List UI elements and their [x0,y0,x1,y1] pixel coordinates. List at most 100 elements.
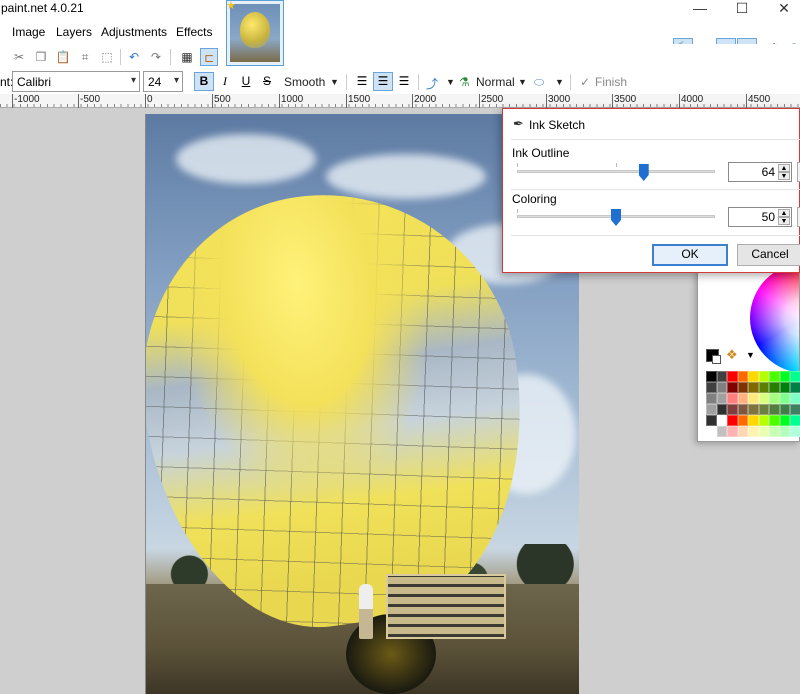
main-toolbar: ✂ ❐ 📋 ⌗ ⬚ ↶ ↷ ▦ ⊏ [0,44,800,70]
align-left-icon[interactable]: ☰ [352,72,372,91]
ruler-tick [12,94,13,108]
ruler-tick [78,94,79,108]
menu-effects[interactable]: Effects [176,25,212,39]
maximize-button[interactable]: ☐ [722,0,762,18]
selection-mode-icon[interactable]: ⬭ [534,75,544,90]
ruler-label: 4000 [681,94,704,105]
flask-icon[interactable]: ⚗ [459,75,470,89]
color-wheel[interactable] [750,271,799,373]
ruler-tick [412,94,413,108]
ruler-label: 3000 [548,94,571,105]
ruler-tick [679,94,680,108]
font-family-select[interactable]: Calibri ▾ [12,71,140,92]
ink-outline-label: Ink Outline [512,146,570,160]
strikethrough-button[interactable]: S [257,72,277,91]
spin-up-icon[interactable]: ▲ [778,164,790,172]
finish-icon: ✓ [580,75,591,89]
ruler-label: 1500 [348,94,371,105]
ink-outline-slider[interactable] [517,170,715,173]
dialog-divider [511,139,800,140]
ruler-tick [279,94,280,108]
cloud [176,134,316,184]
deselect-icon[interactable]: ⬚ [98,48,116,66]
ink-outline-value: 64 [761,165,775,179]
ruler-label: 4500 [748,94,771,105]
horizontal-ruler: -1000 -500 0 500 1000 1500 2000 2500 300… [0,94,800,108]
coloring-slider-thumb[interactable] [611,209,621,226]
ruler-label: -500 [80,94,101,105]
antialiasing-select[interactable]: Smooth [284,75,325,89]
menu-layers[interactable]: Layers [56,25,92,39]
italic-button[interactable]: I [215,72,235,91]
font-family-value: Calibri [17,75,52,89]
ink-outline-input[interactable]: 64 ▲ ▼ [728,162,792,182]
menu-adjustments[interactable]: Adjustments [101,25,167,39]
paste-icon[interactable]: 📋 [54,48,72,66]
chevron-down-icon: ▾ [130,75,136,86]
ruler-label: 500 [214,94,231,105]
secondary-color-swatch[interactable] [712,355,721,364]
grid-icon[interactable]: ▦ [178,48,196,66]
minimize-button[interactable]: — [680,0,720,18]
copy-icon[interactable]: ❐ [32,48,50,66]
tool-options-bar: nt: Calibri ▾ 24 ▾ B I U S Smooth ▼ ☰ ☰ … [0,70,800,94]
ink-outline-slider-thumb[interactable] [638,164,649,181]
image-thumbnail [230,4,280,62]
chevron-down-icon[interactable]: ▼ [446,77,455,87]
coloring-input[interactable]: 50 ▲ ▼ [728,207,792,227]
redo-icon[interactable]: ↷ [147,48,165,66]
align-right-icon[interactable]: ☰ [394,72,414,91]
finish-button[interactable]: Finish [595,75,627,89]
blend-mode-select[interactable]: Normal [476,75,515,89]
ruler-label: 3500 [614,94,637,105]
toolbar-separator [418,74,419,90]
dialog-divider [511,235,800,236]
ruler-label: 0 [147,94,153,105]
dialog-title: Ink Sketch [529,118,586,132]
color-palette[interactable] [706,371,800,437]
ink-sketch-icon: ✒ [513,116,524,131]
menu-bar: Image Layers Adjustments Effects ▼ 🔨 ◷ ▤… [0,18,800,58]
colors-panel: ❖ ▼ [697,270,800,442]
ruler-tick [212,94,213,108]
cancel-button[interactable]: Cancel [737,244,800,266]
underline-button[interactable]: U [236,72,256,91]
ruler-icon[interactable]: ⊏ [200,48,218,66]
ruler-tick [346,94,347,108]
cut-icon[interactable]: ✂ [10,48,28,66]
align-center-icon[interactable]: ☰ [373,72,393,91]
ruler-tick [479,94,480,108]
ruler-label: 2500 [481,94,504,105]
spin-down-icon[interactable]: ▼ [778,217,790,225]
ruler-tick [546,94,547,108]
font-size-select[interactable]: 24 ▾ [143,71,183,92]
spin-down-icon[interactable]: ▼ [778,172,790,180]
coloring-value: 50 [761,210,775,224]
app-title: paint.net 4.0.21 [1,1,84,15]
image-thumbnail-tab[interactable]: ★ [226,0,284,66]
toolbar-separator [346,74,347,90]
chevron-down-icon[interactable]: ▼ [746,350,755,360]
toolbar-separator [170,49,171,65]
dialog-divider [511,189,800,190]
chevron-down-icon[interactable]: ▼ [518,77,527,87]
chevron-down-icon[interactable]: ▼ [555,77,564,87]
close-button[interactable]: ✕ [764,0,800,18]
ok-button[interactable]: OK [652,244,728,266]
menu-image[interactable]: Image [12,25,45,39]
chevron-down-icon[interactable]: ▼ [330,77,339,87]
spin-up-icon[interactable]: ▲ [778,209,790,217]
balloon-basket [386,574,506,639]
title-bar: paint.net 4.0.21 — ☐ ✕ [0,0,800,18]
star-icon: ★ [226,0,236,12]
crop-icon[interactable]: ⌗ [76,48,94,66]
bold-button[interactable]: B [194,72,214,91]
curve-icon[interactable]: ⤴ [426,75,438,92]
coloring-label: Coloring [512,192,557,206]
palette-icon[interactable]: ❖ [726,347,738,363]
toolbar-separator [570,74,571,90]
undo-icon[interactable]: ↶ [125,48,143,66]
toolbar-separator [120,49,121,65]
person [359,584,373,639]
ruler-label: -1000 [14,94,40,105]
